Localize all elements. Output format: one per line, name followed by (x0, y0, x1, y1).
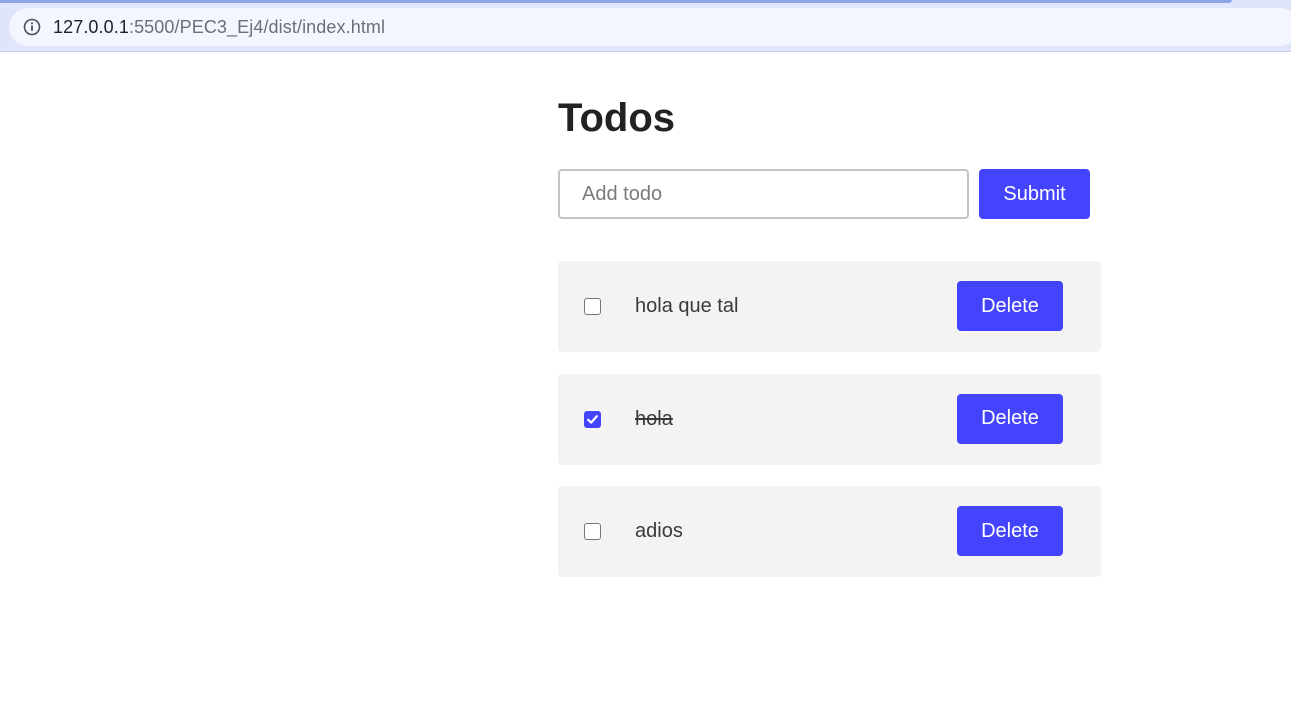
address-bar[interactable]: 127.0.0.1:5500/PEC3_Ej4/dist/index.html (9, 8, 1291, 46)
url-host: 127.0.0.1 (53, 16, 129, 37)
check-icon (587, 414, 598, 424)
info-icon[interactable] (23, 18, 41, 36)
add-todo-form: Submit (558, 169, 1101, 219)
add-todo-input[interactable] (558, 169, 969, 219)
url-path: :5500/PEC3_Ej4/dist/index.html (128, 16, 386, 37)
browser-toolbar: 127.0.0.1:5500/PEC3_Ej4/dist/index.html (0, 0, 1291, 52)
todo-list: hola que tal Delete hola Delete adios De… (558, 261, 1101, 599)
todo-text: hola (635, 407, 673, 430)
todo-item: hola que tal Delete (558, 261, 1101, 352)
page-title: Todos (558, 96, 676, 140)
todo-item: adios Delete (558, 486, 1101, 577)
todo-text: hola que tal (635, 295, 739, 317)
todo-checkbox[interactable] (584, 298, 601, 315)
delete-button[interactable]: Delete (957, 506, 1063, 556)
submit-button[interactable]: Submit (979, 169, 1090, 219)
delete-button[interactable]: Delete (957, 393, 1063, 444)
todo-app: Todos Submit hola que tal Delete hola De… (558, 96, 1101, 577)
delete-button[interactable]: Delete (957, 281, 1063, 331)
todo-item: hola Delete (558, 373, 1101, 465)
tab-strip (0, 0, 1232, 3)
todo-checkbox[interactable] (584, 523, 601, 540)
todo-checkbox[interactable] (584, 410, 601, 428)
todo-text: adios (635, 520, 683, 542)
url-text: 127.0.0.1:5500/PEC3_Ej4/dist/index.html (53, 17, 385, 38)
